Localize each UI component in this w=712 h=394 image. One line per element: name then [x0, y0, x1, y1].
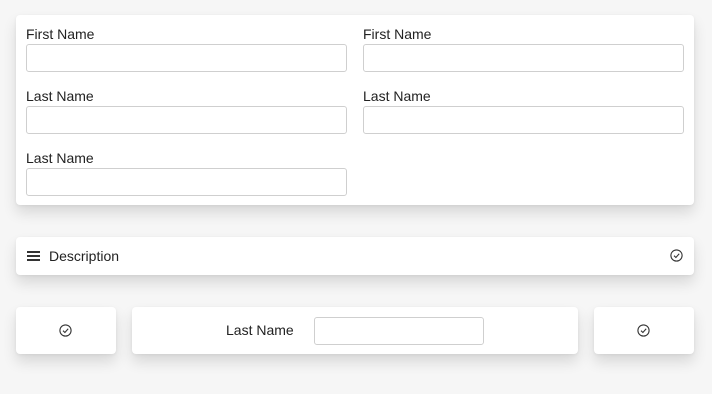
- field-label: Last Name: [26, 150, 94, 166]
- last-name-field-1: Last Name: [26, 88, 347, 134]
- last-name-input[interactable]: [363, 106, 684, 134]
- form-card: First Name First Name Last Name Last Nam…: [16, 15, 694, 205]
- first-name-input[interactable]: [26, 44, 347, 72]
- last-name-field-3: Last Name: [26, 150, 347, 196]
- last-name-inline-card: Last Name: [132, 307, 578, 354]
- description-label: Description: [49, 248, 120, 264]
- check-circle-icon[interactable]: [637, 324, 650, 337]
- description-bar[interactable]: Description: [16, 237, 694, 275]
- check-circle-icon[interactable]: [59, 324, 72, 337]
- last-name-label: Last Name: [226, 322, 294, 338]
- last-name-input[interactable]: [314, 317, 484, 345]
- field-label: Last Name: [26, 88, 94, 104]
- right-action-card[interactable]: [594, 307, 694, 354]
- check-circle-icon[interactable]: [670, 249, 683, 262]
- field-label: First Name: [363, 26, 432, 42]
- first-name-field-2: First Name: [363, 26, 684, 72]
- last-name-field-2: Last Name: [363, 88, 684, 134]
- last-name-input[interactable]: [26, 106, 347, 134]
- field-label: First Name: [26, 26, 95, 42]
- field-label: Last Name: [363, 88, 431, 104]
- last-name-input[interactable]: [26, 168, 347, 196]
- menu-icon[interactable]: [27, 251, 40, 261]
- first-name-field-1: First Name: [26, 26, 347, 72]
- first-name-input[interactable]: [363, 44, 684, 72]
- left-action-card[interactable]: [16, 307, 116, 354]
